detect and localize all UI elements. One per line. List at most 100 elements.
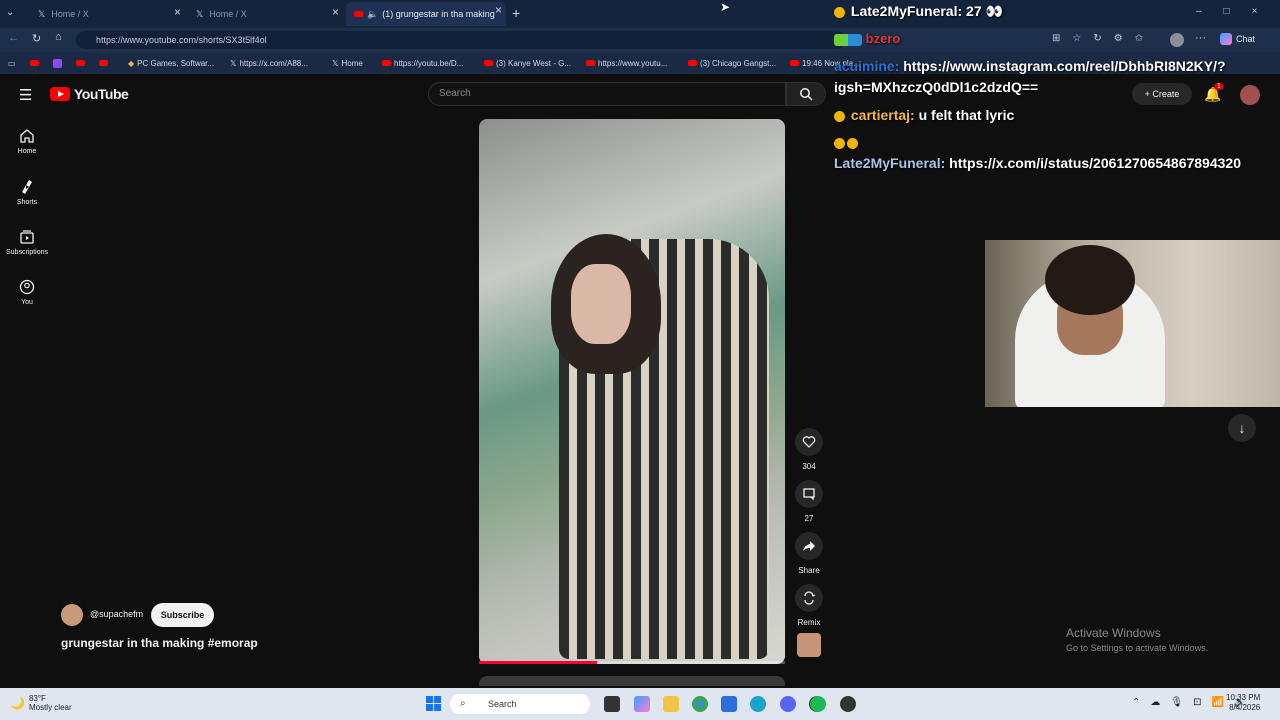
sidebar-item-you[interactable]: You — [0, 279, 54, 306]
back-button[interactable]: ← — [8, 32, 19, 44]
bookmark-home[interactable]: 𝕏 Home — [332, 55, 363, 71]
sound-thumbnail[interactable] — [797, 633, 821, 657]
bookmark-chicago[interactable]: (3) Chicago Gangst... — [688, 55, 776, 71]
you-icon — [19, 279, 35, 295]
video-title[interactable]: grungestar in tha making #emorap — [61, 636, 258, 650]
youtube-logo[interactable]: YouTube — [50, 86, 129, 102]
file-explorer-icon[interactable] — [663, 696, 679, 712]
notifications-button[interactable]: 🔔 1 — [1204, 83, 1224, 103]
sidebar-item-subscriptions[interactable]: Subscriptions — [0, 229, 54, 256]
app-icon[interactable] — [840, 696, 856, 712]
close-icon[interactable]: × — [332, 5, 339, 19]
youtube-icon — [790, 60, 799, 66]
create-button[interactable]: + Create — [1132, 83, 1192, 105]
chat-line-6-badges — [834, 134, 860, 150]
weather-widget[interactable]: 🌙 83°F Mostly clear — [10, 694, 72, 712]
more-menu-icon[interactable]: ··· — [1195, 32, 1206, 44]
chat-line-4: igsh=MXhzczQ0dDl1c2dzdQ== — [834, 79, 1039, 95]
badge-icons — [834, 33, 862, 46]
close-icon[interactable]: × — [495, 3, 502, 17]
bookmark-kanye[interactable]: (3) Kanye West - G... — [484, 55, 571, 71]
shorts-video-player[interactable] — [479, 119, 785, 664]
comments-button[interactable]: 27 — [794, 480, 824, 523]
twitch-icon[interactable] — [52, 58, 62, 68]
webcam-overlay — [985, 240, 1280, 407]
chat-line-5: cartiertaj: u felt that lyric — [834, 107, 1014, 123]
channel-handle[interactable]: @supachefm — [90, 609, 143, 619]
x-logo-icon: 𝕏 — [230, 58, 237, 68]
profile-avatar[interactable] — [1170, 33, 1184, 47]
youtube-favicon-icon — [354, 11, 363, 17]
youtube-icon[interactable] — [29, 60, 39, 66]
subscriptions-icon — [20, 230, 34, 244]
speaker-icon[interactable]: 🔈 — [367, 9, 378, 20]
bookmark-pc-games[interactable]: ◆ PC Games, Softwar... — [128, 55, 214, 71]
activate-windows-subtitle: Go to Settings to activate Windows. — [1066, 643, 1209, 653]
heart-icon — [802, 436, 816, 448]
chat-line-6: Late2MyFuneral: https://x.com/i/status/2… — [834, 155, 1241, 171]
shorts-icon — [22, 180, 32, 194]
video-progress-fill — [479, 661, 597, 664]
mouse-cursor: ➤ — [720, 0, 731, 14]
x-logo-icon: 𝕏 — [38, 8, 46, 19]
store-icon[interactable] — [721, 696, 737, 712]
crown-badge-icon — [834, 6, 845, 18]
like-button[interactable]: 304 — [794, 428, 824, 471]
notification-badge: 1 — [1214, 83, 1224, 90]
youtube-logo-icon — [50, 87, 70, 101]
close-icon[interactable]: × — [174, 5, 181, 19]
next-short-preview[interactable] — [479, 676, 785, 686]
home-button[interactable]: ⌂ — [55, 31, 62, 43]
copilot-icon[interactable] — [634, 696, 650, 712]
share-button[interactable]: Share — [794, 532, 824, 575]
activate-windows-title: Activate Windows — [1066, 626, 1161, 640]
reload-button[interactable]: ↻ — [32, 32, 41, 45]
sidebar-item-shorts[interactable]: Shorts — [0, 179, 54, 206]
copilot-chat-button[interactable]: Chat — [1220, 33, 1255, 45]
search-button[interactable] — [786, 82, 826, 106]
bookmark-icons[interactable]: ▭ — [8, 55, 108, 71]
tab-home-x-2[interactable]: 𝕏 Home / X × — [188, 4, 343, 24]
remix-button[interactable]: Remix — [794, 584, 824, 627]
window-controls[interactable]: –□× — [1196, 6, 1279, 17]
youtube-icon[interactable] — [75, 60, 85, 66]
tab-list-button[interactable]: ⌄ — [6, 7, 14, 18]
account-avatar[interactable] — [1240, 85, 1260, 105]
tab-youtube-active[interactable]: 🔈 (1) grungestar in tha making × — [346, 2, 506, 26]
share-icon — [803, 541, 815, 551]
youtube-icon — [382, 60, 391, 66]
comment-icon — [803, 488, 815, 501]
browser-toolbar-icons[interactable]: ⊞☆↻⚙✩ — [1052, 33, 1155, 44]
taskbar-search[interactable]: ⌕ Search — [450, 694, 590, 714]
bookmark-youtube[interactable]: https://www.youtu... — [586, 55, 667, 71]
home-icon — [20, 129, 34, 143]
search-icon: ⌕ — [460, 698, 466, 709]
discord-icon[interactable] — [780, 696, 796, 712]
new-tab-button[interactable]: + — [512, 5, 520, 21]
collections-icon[interactable]: ▭ — [8, 59, 16, 68]
copilot-icon — [1220, 33, 1232, 45]
sidebar-item-home[interactable]: Home — [0, 128, 54, 155]
bookmark-x-a88[interactable]: 𝕏https://x.com/A88... — [230, 55, 308, 71]
edge-icon[interactable] — [750, 696, 766, 712]
youtube-icon — [688, 60, 697, 66]
youtube-icon — [484, 60, 493, 66]
task-view-icon[interactable] — [604, 696, 620, 712]
next-video-button[interactable]: ↓ — [1228, 414, 1256, 442]
chrome-icon[interactable] — [692, 696, 708, 712]
youtube-icon[interactable] — [98, 60, 108, 66]
subscribe-button[interactable]: Subscribe — [151, 603, 214, 627]
tab-home-x-1[interactable]: 𝕏 Home / X × — [30, 4, 185, 24]
address-bar[interactable]: https://www.youtube.com/shorts/SX3t5lf4o… — [76, 31, 846, 49]
search-input[interactable]: Search — [428, 82, 786, 106]
taskbar-clock[interactable]: 10:33 PM 8/4/2026 — [1226, 693, 1260, 713]
menu-icon[interactable]: ☰ — [19, 86, 32, 104]
start-button[interactable] — [426, 696, 441, 711]
bookmark-youtu-be[interactable]: https://youtu.be/D... — [382, 55, 463, 71]
x-logo-icon: 𝕏 — [332, 58, 339, 68]
chat-line-1: Late2MyFuneral: 27 👀 — [834, 3, 1003, 20]
arrow-down-icon: ↓ — [1238, 420, 1246, 436]
crown-badge-icon — [834, 137, 845, 149]
channel-avatar[interactable] — [61, 604, 83, 626]
spotify-icon[interactable] — [810, 696, 826, 712]
